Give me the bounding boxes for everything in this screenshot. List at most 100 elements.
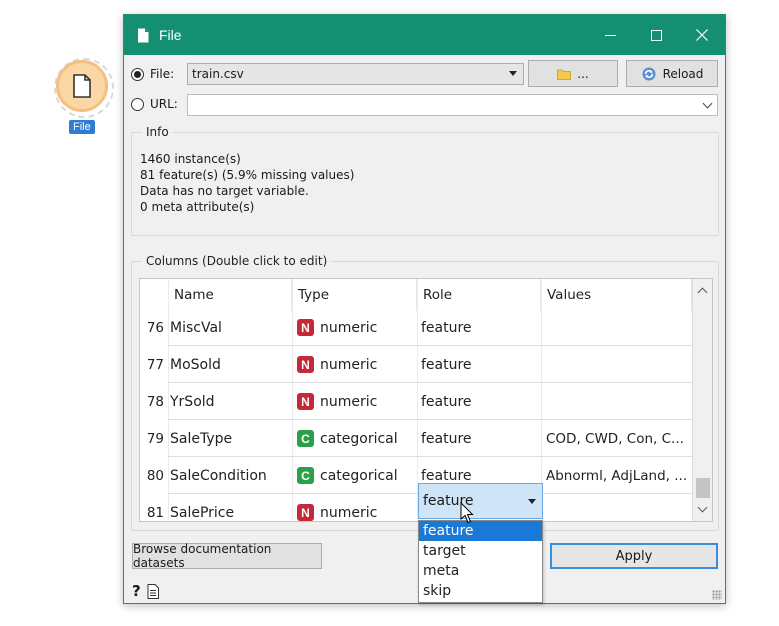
maximize-icon <box>650 29 662 41</box>
url-radio[interactable] <box>131 97 144 111</box>
column-type[interactable]: Nnumeric <box>297 494 378 521</box>
info-title: Info <box>142 125 173 139</box>
column-type[interactable]: Ccategorical <box>297 457 398 494</box>
minimize-icon <box>604 34 616 36</box>
type-label: numeric <box>320 319 378 336</box>
title-bar[interactable]: File <box>124 15 725 55</box>
apply-button[interactable]: Apply <box>550 543 718 569</box>
file-widget[interactable]: File <box>50 56 120 146</box>
row-index: 76 <box>140 309 168 346</box>
help-icon[interactable]: ? <box>132 582 141 600</box>
info-line: 1460 instance(s) <box>140 152 241 166</box>
info-line: 0 meta attribute(s) <box>140 200 255 214</box>
numeric-badge-icon: N <box>297 504 314 521</box>
dropdown-arrow-icon <box>528 499 536 504</box>
type-label: categorical <box>320 430 398 447</box>
file-label: File: <box>150 67 175 81</box>
minimize-button[interactable] <box>587 15 633 55</box>
table-row[interactable]: 78 YrSold Nnumeric feature <box>140 383 692 420</box>
folder-icon <box>557 69 572 80</box>
role-option-meta[interactable]: meta <box>419 561 542 581</box>
scroll-down-icon[interactable] <box>697 502 708 513</box>
file-combo[interactable]: train.csv <box>187 63 524 85</box>
type-label: numeric <box>320 504 378 521</box>
table-row[interactable]: 80 SaleCondition Ccategorical feature Ab… <box>140 457 692 494</box>
column-role[interactable]: feature <box>421 420 472 457</box>
table-row[interactable]: 79 SaleType Ccategorical feature COD, CW… <box>140 420 692 457</box>
info-line: Data has no target variable. <box>140 184 309 198</box>
file-radio[interactable] <box>131 67 144 81</box>
row-index: 77 <box>140 346 168 383</box>
mouse-cursor-icon <box>460 502 474 524</box>
file-widget-icon[interactable] <box>56 60 108 112</box>
type-label: numeric <box>320 356 378 373</box>
column-type[interactable]: Nnumeric <box>297 346 377 383</box>
file-source-option[interactable]: File: <box>131 65 174 83</box>
close-icon <box>696 29 708 41</box>
url-input[interactable] <box>187 94 718 116</box>
reload-icon <box>642 67 656 80</box>
columns-title: Columns (Double click to edit) <box>142 254 332 268</box>
footer-icons: ? <box>132 582 159 600</box>
document-icon <box>73 74 91 98</box>
chevron-down-icon[interactable] <box>702 98 713 109</box>
row-index: 78 <box>140 383 168 420</box>
column-values[interactable]: COD, CWD, Con, C... <box>546 420 684 457</box>
numeric-badge-icon: N <box>297 356 314 373</box>
info-group: Info 1460 instance(s) 81 feature(s) (5.9… <box>131 125 719 236</box>
scroll-thumb[interactable] <box>696 478 710 498</box>
dropdown-arrow-icon <box>509 71 517 76</box>
column-type[interactable]: Ccategorical <box>297 420 398 457</box>
column-name[interactable]: SalePrice <box>170 494 234 521</box>
table-row[interactable]: 76 MiscVal Nnumeric feature <box>140 309 692 346</box>
column-role[interactable]: feature <box>421 383 472 420</box>
role-option-feature[interactable]: feature <box>419 521 542 541</box>
file-dialog: File File: train.csv ... Reload URL: Inf… <box>123 14 726 604</box>
browse-file-button[interactable]: ... <box>528 60 618 87</box>
info-line: 81 feature(s) (5.9% missing values) <box>140 168 355 182</box>
window-title: File <box>159 27 182 43</box>
table-row[interactable]: 81 SalePrice Nnumeric <box>140 494 692 521</box>
role-combo[interactable]: feature <box>418 483 543 519</box>
vertical-scrollbar[interactable] <box>692 279 712 521</box>
header-type[interactable]: Type <box>292 279 417 311</box>
reload-label: Reload <box>662 66 704 81</box>
widget-label[interactable]: File <box>69 120 95 134</box>
row-index: 79 <box>140 420 168 457</box>
table-header: Name Type Role Values <box>140 279 692 311</box>
column-name[interactable]: SaleType <box>170 420 232 457</box>
column-name[interactable]: MoSold <box>170 346 221 383</box>
info-text: 1460 instance(s) 81 feature(s) (5.9% mis… <box>140 151 354 215</box>
categorical-badge-icon: C <box>297 430 314 447</box>
maximize-button[interactable] <box>633 15 679 55</box>
role-option-skip[interactable]: skip <box>419 581 542 601</box>
column-values[interactable]: Abnorml, AdjLand, ... <box>546 457 687 494</box>
report-icon[interactable] <box>147 583 159 599</box>
browse-documentation-button[interactable]: Browse documentation datasets <box>132 542 322 570</box>
column-name[interactable]: YrSold <box>170 383 215 420</box>
scroll-up-icon[interactable] <box>697 287 708 298</box>
column-type[interactable]: Nnumeric <box>297 309 377 346</box>
table-row[interactable]: 77 MoSold Nnumeric feature <box>140 346 692 383</box>
header-role[interactable]: Role <box>417 279 541 311</box>
resize-grip[interactable] <box>712 590 722 600</box>
column-type[interactable]: Nnumeric <box>297 383 377 420</box>
row-index: 80 <box>140 457 168 494</box>
reload-button[interactable]: Reload <box>626 60 718 87</box>
url-label: URL: <box>150 97 178 111</box>
role-option-target[interactable]: target <box>419 541 542 561</box>
numeric-badge-icon: N <box>297 319 314 336</box>
url-source-option[interactable]: URL: <box>131 95 178 113</box>
browse-file-label: ... <box>577 66 589 81</box>
column-role[interactable]: feature <box>421 309 472 346</box>
row-index: 81 <box>140 494 168 521</box>
type-label: categorical <box>320 467 398 484</box>
role-dropdown-list[interactable]: feature target meta skip <box>418 520 543 603</box>
header-name[interactable]: Name <box>168 279 292 311</box>
close-button[interactable] <box>679 15 725 55</box>
column-role[interactable]: feature <box>421 346 472 383</box>
column-name[interactable]: MiscVal <box>170 309 222 346</box>
column-name[interactable]: SaleCondition <box>170 457 267 494</box>
header-values[interactable]: Values <box>541 279 692 311</box>
categorical-badge-icon: C <box>297 467 314 484</box>
